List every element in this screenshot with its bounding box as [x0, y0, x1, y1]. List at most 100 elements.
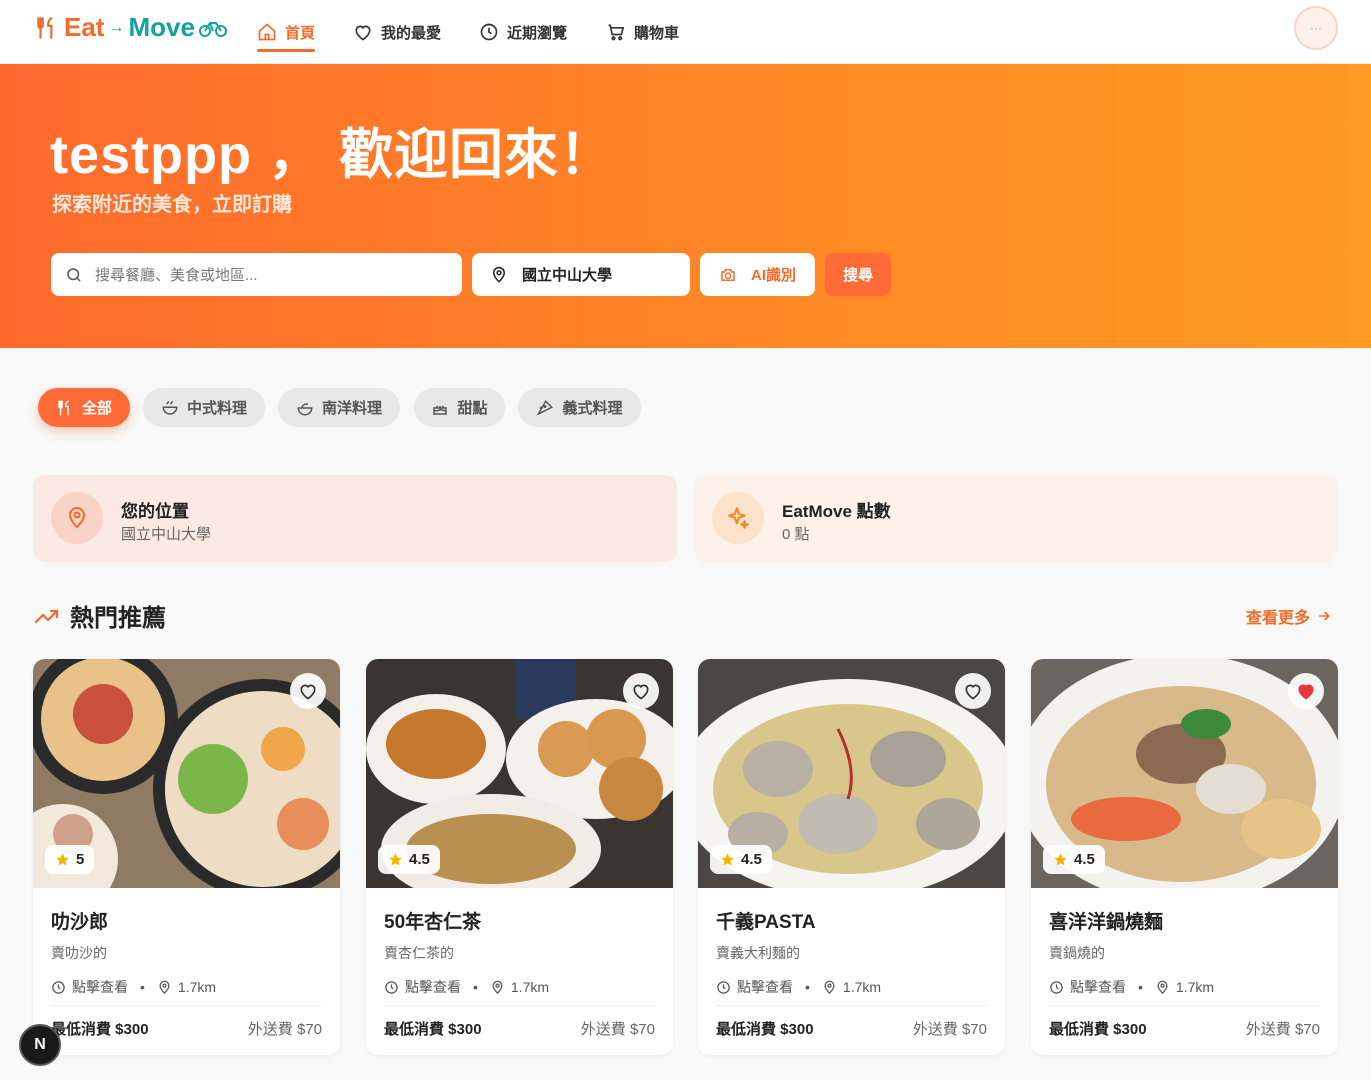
category-southeast-asian[interactable]: 南洋料理: [278, 388, 400, 427]
category-chinese[interactable]: 中式料理: [143, 388, 265, 427]
meta-dot: •: [805, 979, 810, 995]
clock-icon: [480, 23, 498, 41]
nav-label-cart: 購物車: [634, 24, 680, 42]
favorite-button[interactable]: [1288, 673, 1324, 709]
search-icon: [67, 267, 81, 282]
location-value: 國立中山大學: [522, 267, 613, 284]
top-nav: Eat → Move 首頁 我的最愛 近期瀏覽 購物車 ···: [0, 0, 1371, 64]
restaurant-desc: 賣鍋燒的: [1049, 945, 1105, 961]
favorite-button[interactable]: [290, 673, 326, 709]
category-label: 中式料理: [186, 400, 247, 417]
points-card: EatMove 點數 0 點: [694, 475, 1338, 562]
distance-label: 1.7km: [510, 979, 550, 995]
bowl-icon: [162, 400, 178, 415]
distance-label: 1.7km: [177, 979, 217, 995]
hours-label: 點擊查看: [1070, 979, 1126, 995]
utensils-icon: [58, 400, 69, 415]
rating-badge: 4.5: [710, 845, 772, 874]
hours-label: 點擊查看: [405, 979, 461, 995]
clock-icon: [1050, 980, 1063, 994]
restaurant-card[interactable]: 5 叻沙郎 賣叻沙的 點擊查看 • 1.7km 最低消費 $300 外送費 $7…: [33, 659, 340, 1055]
cake-icon: [433, 405, 448, 415]
heart-icon: [965, 684, 981, 700]
logo[interactable]: Eat → Move: [34, 12, 227, 43]
see-more-link[interactable]: 查看更多: [1246, 604, 1332, 628]
min-order: 最低消費 $300: [384, 1021, 482, 1038]
min-order: 最低消費 $300: [1049, 1021, 1147, 1038]
location-field[interactable]: 國立中山大學: [472, 253, 690, 296]
search-button[interactable]: 搜尋: [825, 253, 891, 296]
delivery-fee: 外送費 $70: [912, 1021, 987, 1038]
avatar[interactable]: ···: [1294, 6, 1338, 50]
map-pin-icon: [824, 980, 835, 994]
hero-banner: testppp ， 歡迎回來！ 探索附近的美食，立即訂購 搜尋餐廳、美食或地區.…: [0, 64, 1371, 348]
category-dessert[interactable]: 甜點: [414, 388, 505, 427]
location-card: 您的位置 國立中山大學: [33, 475, 677, 562]
cart-icon: [608, 24, 625, 41]
restaurant-card[interactable]: 4.5 千義PASTA 賣義大利麵的 點擊查看 • 1.7km 最低消費 $30…: [698, 659, 1005, 1055]
min-order: 最低消費 $300: [716, 1021, 814, 1038]
clock-icon: [717, 980, 730, 994]
camera-icon: [721, 268, 735, 281]
card-divider: [1049, 1005, 1320, 1006]
rating-value: 4.5: [741, 851, 762, 868]
star-icon: [389, 853, 402, 866]
map-pin-icon: [159, 980, 170, 994]
search-input[interactable]: 搜尋餐廳、美食或地區...: [51, 253, 462, 296]
pizza-icon: [536, 399, 554, 416]
ai-recognize-label: AI識別: [750, 267, 796, 284]
dev-tools-badge[interactable]: N: [19, 1024, 61, 1066]
restaurant-card[interactable]: 4.5 50年杏仁茶 賣杏仁茶的 點擊查看 • 1.7km 最低消費 $300 …: [366, 659, 673, 1055]
restaurant-meta: 點擊查看 • 1.7km: [716, 977, 881, 997]
nav-label-home: 首頁: [285, 24, 316, 42]
nav-item-home[interactable]: 首頁: [257, 16, 316, 52]
points-icon-wrap: [712, 492, 764, 544]
location-icon-wrap: [51, 492, 103, 544]
home-icon: [258, 23, 276, 41]
restaurant-desc: 賣叻沙的: [51, 945, 107, 961]
rating-badge: 5: [45, 845, 95, 874]
logo-eat: Eat: [64, 12, 105, 42]
clock-icon: [52, 980, 65, 994]
restaurant-meta: 點擊查看 • 1.7km: [51, 977, 216, 997]
min-order: 最低消費 $300: [51, 1021, 149, 1038]
nav-item-cart[interactable]: 購物車: [606, 16, 679, 48]
map-pin-icon: [68, 507, 86, 529]
nav-item-favorites[interactable]: 我的最愛: [353, 16, 441, 48]
trending-up-icon: [34, 609, 59, 623]
logo-arrow: →: [108, 18, 125, 36]
see-more-label: 查看更多: [1246, 610, 1311, 627]
meta-dot: •: [473, 979, 478, 995]
star-icon: [1054, 853, 1067, 866]
salad-icon: [297, 402, 313, 415]
points-card-title: EatMove 點數: [782, 502, 891, 521]
restaurant-name: 50年杏仁茶: [384, 912, 482, 933]
star-icon: [721, 853, 734, 866]
restaurant-card[interactable]: 4.5 喜洋洋鍋燒麵 賣鍋燒的 點擊查看 • 1.7km 最低消費 $300 外…: [1031, 659, 1338, 1055]
restaurant-name: 叻沙郎: [51, 912, 109, 933]
star-icon: [56, 853, 69, 866]
meta-dot: •: [1138, 979, 1143, 995]
utensils-icon: [37, 16, 53, 39]
ai-recognize-button[interactable]: AI識別: [700, 253, 815, 296]
favorite-button[interactable]: [955, 673, 991, 709]
hours-label: 點擊查看: [72, 979, 128, 995]
restaurant-name: 千義PASTA: [716, 912, 816, 933]
rating-badge: 4.5: [378, 845, 440, 874]
welcome-subtitle: 探索附近的美食，立即訂購: [52, 194, 292, 216]
nav-item-recent[interactable]: 近期瀏覽: [479, 16, 567, 48]
category-italian[interactable]: 義式料理: [518, 388, 641, 427]
heart-icon: [355, 25, 371, 41]
meta-dot: •: [140, 979, 145, 995]
category-label: 全部: [81, 400, 112, 417]
section-title-label: 熱門推薦: [70, 605, 166, 632]
favorite-button[interactable]: [623, 673, 659, 709]
sparkles-icon: [728, 507, 749, 529]
nav-label-favorites: 我的最愛: [381, 24, 442, 42]
restaurant-name: 喜洋洋鍋燒麵: [1049, 912, 1164, 933]
bike-icon: [198, 21, 227, 37]
category-all[interactable]: 全部: [38, 388, 130, 427]
location-card-title: 您的位置: [121, 502, 189, 521]
delivery-fee: 外送費 $70: [580, 1021, 655, 1038]
hours-label: 點擊查看: [737, 979, 793, 995]
